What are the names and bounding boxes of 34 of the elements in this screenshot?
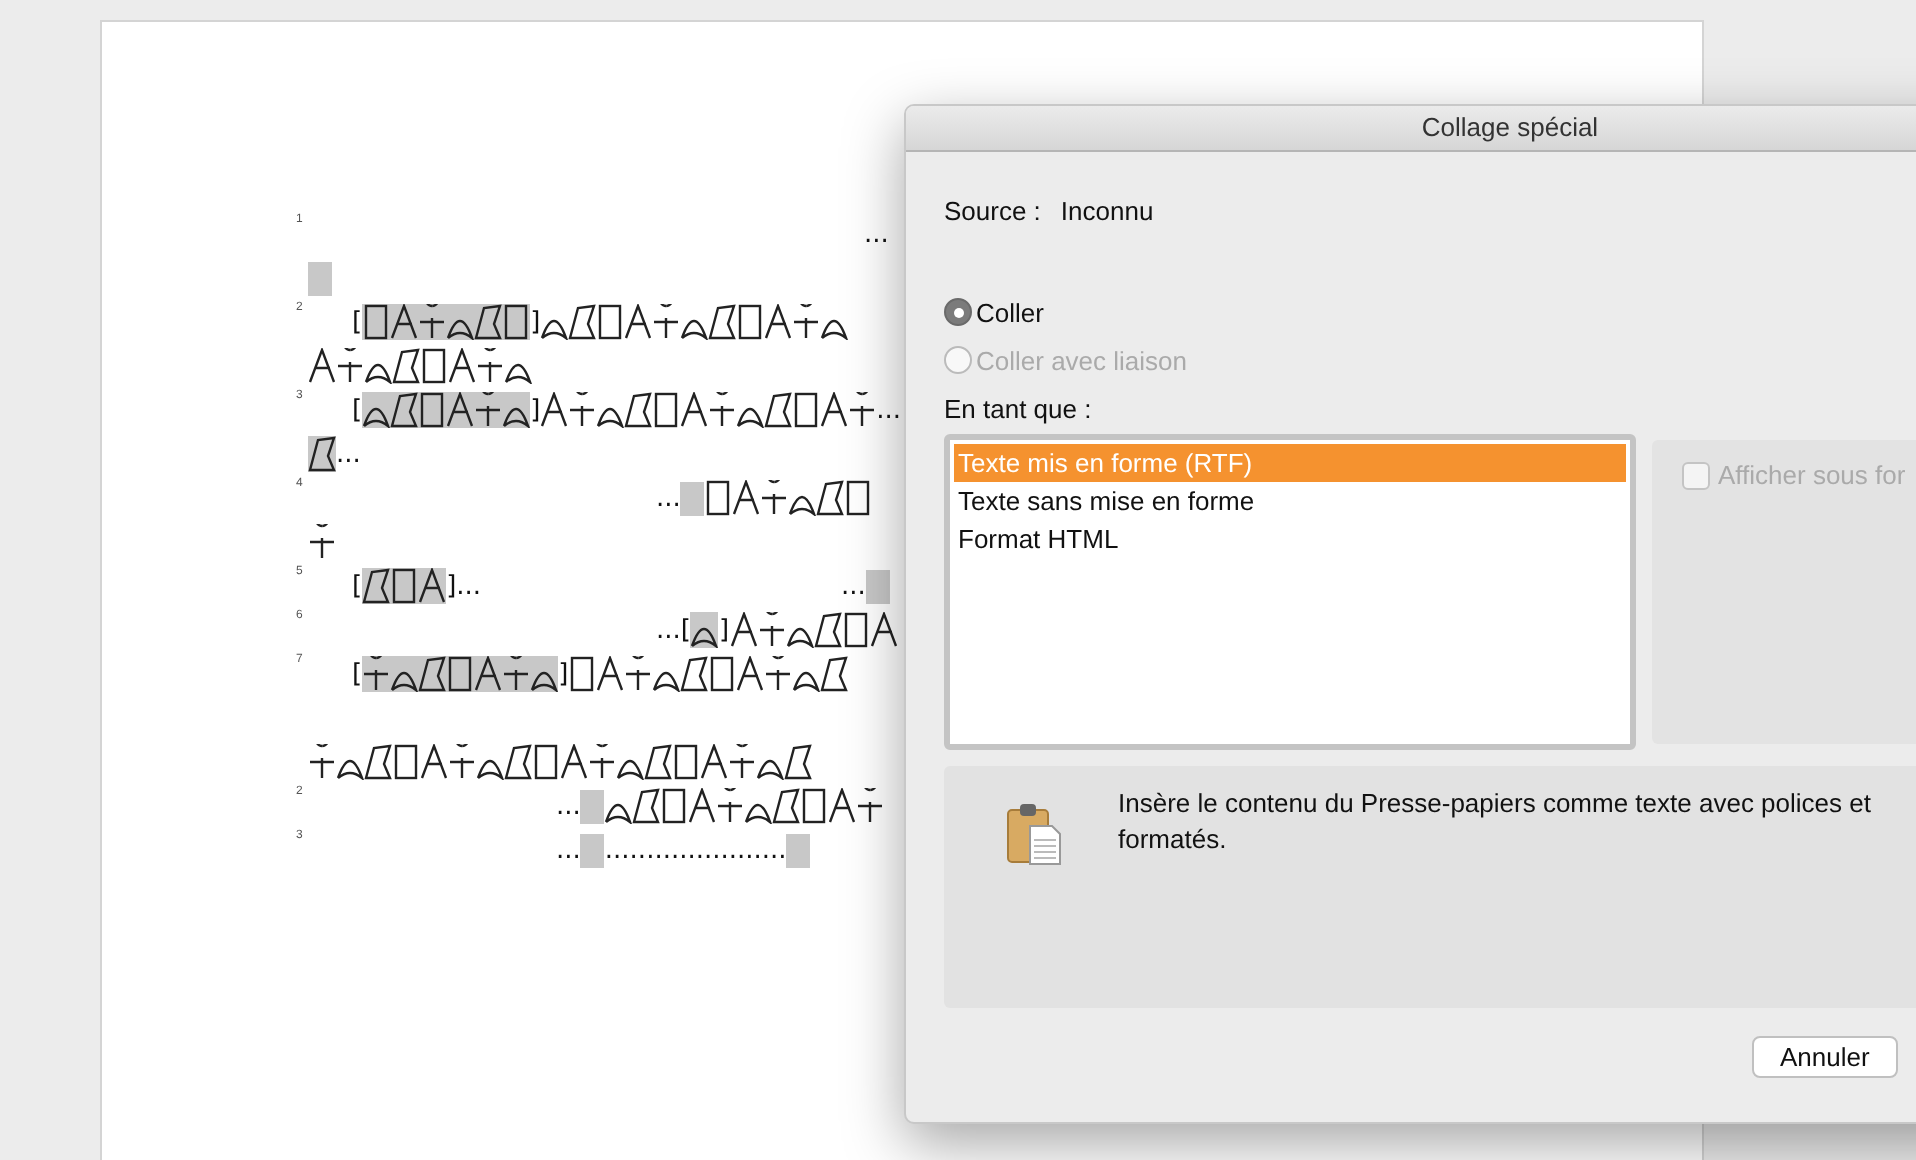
source-value: Inconnu (1060, 196, 1154, 226)
document-text: ] (558, 660, 569, 692)
document-text: ... (336, 440, 361, 472)
shaded-gap (580, 790, 605, 824)
document-text: ... (876, 396, 902, 428)
format-item[interactable]: Texte sans mise en forme (954, 482, 1626, 520)
document-text: [ (352, 308, 363, 340)
document-text: ...[ (656, 616, 691, 648)
document-text: ] (718, 616, 730, 648)
document-text: ] (530, 308, 541, 340)
document-text: ... (864, 220, 889, 252)
shaded-gap (680, 482, 705, 516)
shaded-gap (580, 834, 605, 868)
document-text: [ (352, 396, 363, 428)
document-text: ... (556, 792, 581, 824)
description-text: Insère le contenu du Presse-papiers comme texte avec polices et formatés. (1118, 786, 1873, 858)
document-text: ... (556, 836, 581, 868)
document-text: ] (530, 396, 541, 428)
clipboard-icon (1006, 802, 1062, 866)
cancel-button[interactable]: Annuler (1752, 1036, 1898, 1078)
radio-option[interactable]: Coller (944, 294, 1916, 330)
document-text: ... (656, 484, 681, 516)
dialog-title: Collage spécial (906, 106, 1916, 152)
shaded-gap (308, 262, 332, 296)
source-label: Source : (944, 196, 1041, 226)
shaded-gap (786, 834, 811, 868)
document-text: [ (352, 572, 363, 604)
format-item[interactable]: Format HTML (954, 520, 1626, 558)
shaded-gap (865, 570, 890, 604)
format-list-label: En tant que : (944, 394, 1094, 424)
document-text: ...................... (604, 836, 787, 868)
document-text: [ (352, 660, 363, 692)
document-text: ... (841, 572, 866, 604)
document-text: ]... (446, 572, 482, 604)
